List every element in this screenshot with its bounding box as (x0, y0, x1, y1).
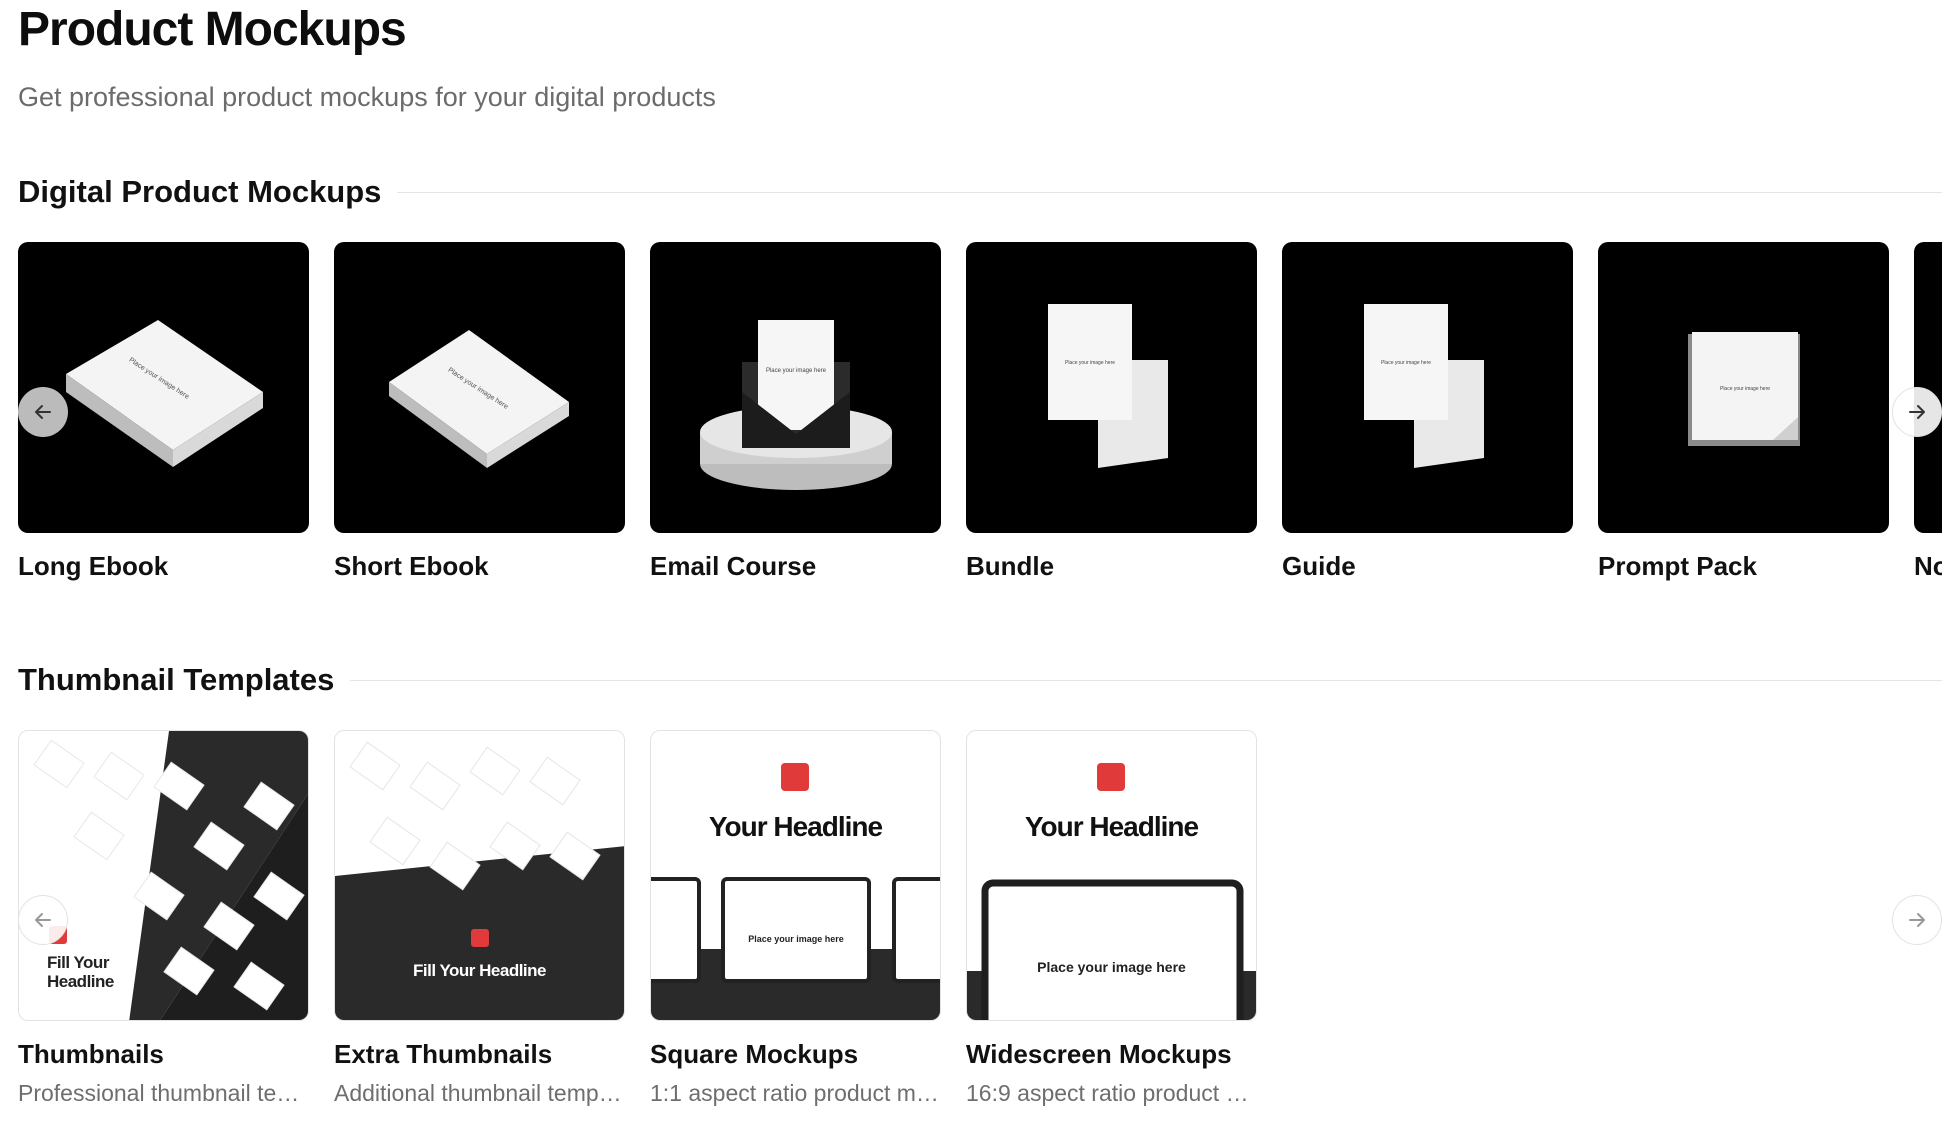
mockup-card-short-ebook[interactable]: Place your image here Short Ebook (334, 242, 625, 582)
mockup-card-prompt-pack[interactable]: Place your image here Prompt Pack (1598, 242, 1889, 582)
template-card-widescreen-mockups[interactable]: Your Headline Place your image here Wide… (966, 730, 1257, 1107)
ebook-mockup-icon: Place your image here (334, 242, 625, 533)
section-thumbnail-templates: Thumbnail Templates (18, 662, 1942, 698)
svg-text:Place your image here: Place your image here (1381, 360, 1431, 366)
brand-logo-icon (1097, 763, 1125, 791)
digital-mockups-carousel: Place your image here Long Ebook Place y… (18, 242, 1942, 602)
card-label: Bundle (966, 551, 1055, 581)
pages-mockup-icon: Place your image here (1282, 242, 1573, 533)
template-carousel-next-button[interactable] (1892, 895, 1942, 945)
thumbnail-templates-carousel: Fill Your Headline Thumbnails Profession… (18, 730, 1942, 1110)
brand-logo-icon (781, 763, 809, 791)
card-label: Prompt Pack (1598, 551, 1757, 581)
card-thumbnail: Your Headline Place your image here (650, 730, 941, 1021)
card-label: Email Course (650, 551, 817, 581)
card-label: Thumbnails (18, 1039, 164, 1069)
section-title: Digital Product Mockups (18, 174, 382, 209)
arrow-right-icon (1909, 913, 1925, 927)
carousel-prev-button[interactable] (18, 387, 68, 437)
ebook-mockup-icon: Place your image here (18, 242, 309, 533)
arrow-left-icon (35, 913, 51, 927)
notepad-mockup-icon: Place your image here (1598, 242, 1889, 533)
mockup-card-email-course[interactable]: Place your image here Email Course (650, 242, 941, 582)
pages-mockup-icon: Place your image here (966, 242, 1257, 533)
card-label: Square Mockups (650, 1039, 859, 1069)
arrow-right-icon (1909, 405, 1925, 419)
envelope-mockup-icon: Place your image here (650, 242, 941, 533)
template-carousel-prev-button[interactable] (18, 895, 68, 945)
section-divider (397, 191, 1942, 193)
section-digital-mockups: Digital Product Mockups (18, 174, 1942, 210)
template-card-square-mockups[interactable]: Your Headline Place your image here Squa… (650, 730, 941, 1107)
page-title: Product Mockups (18, 3, 407, 56)
mockup-card-bundle[interactable]: Place your image here Bundle (966, 242, 1257, 582)
section-divider (350, 679, 1942, 681)
mockup-card-guide[interactable]: Place your image here Guide (1282, 242, 1573, 582)
brand-logo-icon (471, 929, 489, 947)
template-card-extra-thumbnails[interactable]: Fill Your Headline Extra Thumbnails Addi… (334, 730, 625, 1107)
image-placeholder-text: Place your image here (748, 934, 844, 944)
template-headline: Fill Your Headline (412, 961, 547, 980)
card-label: Short Ebook (334, 551, 489, 581)
svg-text:Place your image here: Place your image here (1720, 386, 1770, 392)
template-headline: Fill Your Headline (47, 953, 114, 991)
card-label: Extra Thumbnails (334, 1039, 553, 1069)
template-headline: Your Headline (1024, 811, 1199, 842)
card-description: 1:1 aspect ratio product mockups (650, 1080, 941, 1106)
svg-text:Place your image here: Place your image here (1065, 360, 1115, 366)
card-label: Widescreen Mockups (966, 1039, 1232, 1069)
arrow-left-icon (35, 405, 51, 419)
card-label: Long Ebook (18, 551, 169, 581)
svg-text:Place your image here: Place your image here (766, 368, 827, 374)
card-description: 16:9 aspect ratio product mockups (966, 1080, 1257, 1106)
card-label: Guide (1282, 551, 1356, 581)
carousel-next-button[interactable] (1892, 387, 1942, 437)
template-headline: Your Headline (708, 811, 883, 842)
card-thumbnail: Fill Your Headline (334, 730, 625, 1021)
section-title: Thumbnail Templates (18, 662, 335, 697)
page-subtitle: Get professional product mockups for you… (18, 82, 716, 112)
image-placeholder-text: Place your image here (1037, 959, 1186, 975)
card-thumbnail: Fill Your Headline (18, 730, 309, 1021)
card-label: No (1914, 551, 1942, 581)
card-description: Additional thumbnail templates (334, 1080, 625, 1106)
card-thumbnail: Your Headline Place your image here (966, 730, 1257, 1021)
card-description: Professional thumbnail templates (18, 1080, 309, 1106)
